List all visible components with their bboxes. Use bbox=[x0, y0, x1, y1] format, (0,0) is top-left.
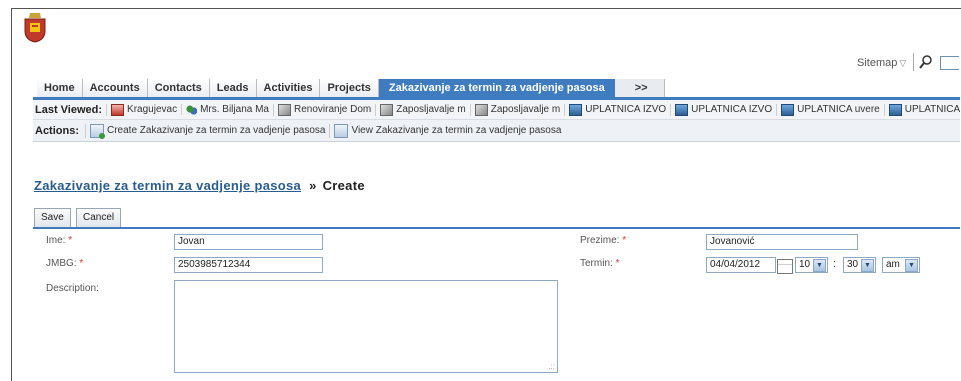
tab-activities[interactable]: Activities bbox=[256, 79, 321, 97]
contact-icon bbox=[186, 104, 198, 115]
create-action-link[interactable]: Create Zakazivanje za termin za vadjenje… bbox=[85, 123, 329, 139]
account-icon bbox=[111, 103, 125, 116]
search-input[interactable] bbox=[940, 56, 959, 70]
search-icon[interactable] bbox=[918, 54, 934, 70]
sitemap-link[interactable]: Sitemap ▽ bbox=[857, 57, 906, 69]
termin-hour-select[interactable]: 10 ▼ bbox=[795, 257, 828, 273]
breadcrumb-separator: » bbox=[309, 178, 317, 193]
prezime-field[interactable]: Jovanović bbox=[706, 234, 858, 250]
edit-form: Ime: * Jovan Prezime: * Jovanović JMBG: … bbox=[33, 229, 960, 380]
save-button[interactable]: Save bbox=[34, 208, 71, 228]
project-icon bbox=[380, 103, 394, 116]
description-textarea[interactable]: .:: bbox=[174, 280, 558, 373]
last-viewed-item[interactable]: UPLATNICA IZVO bbox=[564, 103, 670, 116]
last-viewed-item[interactable]: UPLATNICA uvere bbox=[776, 103, 884, 116]
last-viewed-item[interactable]: Zaposljavalje m bbox=[375, 103, 469, 116]
chevron-down-icon: ▼ bbox=[813, 259, 826, 272]
tab-zakazivanje[interactable]: Zakazivanje za termin za vadjenje pasosa bbox=[378, 79, 615, 97]
create-record-icon bbox=[90, 123, 105, 139]
tab-accounts[interactable]: Accounts bbox=[82, 79, 148, 97]
view-action-link[interactable]: View Zakazivanje za termin za vadjenje p… bbox=[329, 123, 565, 138]
ime-label: Ime: * bbox=[46, 235, 73, 246]
actions-label: Actions: bbox=[35, 124, 79, 137]
list-view-icon bbox=[334, 123, 349, 138]
last-viewed-item[interactable]: Kragujevac bbox=[106, 103, 181, 116]
termin-date-field[interactable]: 04/04/2012 bbox=[706, 257, 776, 273]
chevron-down-icon: ▼ bbox=[905, 259, 918, 272]
last-viewed-item[interactable]: UPLATNICA inter bbox=[883, 103, 960, 116]
jmbg-field[interactable]: 2503985712344 bbox=[174, 257, 323, 273]
prezime-label: Prezime: * bbox=[580, 235, 627, 246]
description-label: Description: bbox=[46, 283, 99, 294]
last-viewed-item[interactable]: UPLATNICA IZVO bbox=[670, 103, 776, 116]
actions-bar: Actions: Create Zakazivanje za termin za… bbox=[33, 120, 960, 142]
page-title: Zakazivanje za termin za vadjenje pasosa… bbox=[34, 178, 365, 193]
tab-contacts[interactable]: Contacts bbox=[147, 79, 210, 97]
logo-crest-icon bbox=[24, 13, 46, 43]
cancel-button[interactable]: Cancel bbox=[76, 208, 122, 228]
ime-field[interactable]: Jovan bbox=[174, 234, 323, 250]
termin-label: Termin: * bbox=[580, 258, 620, 269]
last-viewed-label: Last Viewed: bbox=[35, 103, 103, 116]
module-tabs: Home Accounts Contacts Leads Activities … bbox=[37, 79, 665, 97]
document-icon bbox=[888, 103, 902, 116]
module-link[interactable]: Zakazivanje za termin za vadjenje pasosa bbox=[34, 178, 301, 193]
chevron-down-icon: ▽ bbox=[899, 58, 907, 68]
chevron-down-icon: ▼ bbox=[861, 259, 874, 272]
document-icon bbox=[781, 103, 795, 116]
tab-projects[interactable]: Projects bbox=[320, 79, 379, 97]
last-viewed-item[interactable]: Renoviranje Dom bbox=[272, 103, 375, 116]
termin-ampm-select[interactable]: am ▼ bbox=[882, 257, 920, 273]
last-viewed-bar: Last Viewed: Kragujevac Mrs. Biljana Ma … bbox=[33, 100, 960, 120]
calendar-icon[interactable] bbox=[777, 259, 793, 274]
page-action-title: Create bbox=[322, 178, 365, 193]
jmbg-label: JMBG: * bbox=[46, 258, 84, 269]
tab-leads[interactable]: Leads bbox=[209, 79, 257, 97]
project-icon bbox=[277, 103, 291, 116]
tab-more[interactable]: >> bbox=[614, 79, 665, 97]
resize-grip-icon[interactable]: .:: bbox=[548, 362, 555, 371]
last-viewed-item[interactable]: Mrs. Biljana Ma bbox=[181, 104, 273, 115]
termin-minute-select[interactable]: 30 ▼ bbox=[843, 257, 876, 273]
tab-home[interactable]: Home bbox=[37, 79, 83, 97]
document-icon bbox=[569, 103, 583, 116]
document-icon bbox=[675, 103, 689, 116]
last-viewed-item[interactable]: Zaposljavalje m bbox=[469, 103, 564, 116]
header-divider bbox=[913, 53, 914, 71]
time-separator: : bbox=[833, 258, 837, 270]
project-icon bbox=[474, 103, 488, 116]
